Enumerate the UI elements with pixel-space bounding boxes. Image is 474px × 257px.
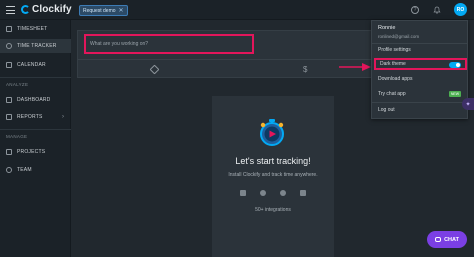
assistant-handle-icon[interactable]: ✦ xyxy=(462,98,474,110)
logo-text: Clockify xyxy=(32,4,72,15)
android-icon[interactable] xyxy=(240,190,246,196)
user-email: ronlined@gmail.com xyxy=(378,34,420,39)
sidebar-item-team[interactable]: TEAM xyxy=(0,163,71,177)
profile-settings-item[interactable]: Profile settings xyxy=(372,44,467,56)
help-icon[interactable]: ? xyxy=(411,6,419,14)
stopwatch-illustration-icon xyxy=(260,119,284,146)
dropdown-divider xyxy=(372,102,467,103)
chat-bubble-icon xyxy=(435,237,442,242)
sidebar-item-label: TIMESHEET xyxy=(17,26,48,32)
empty-state-text: Install Clockify and track time anywhere… xyxy=(228,172,318,178)
top-bar: Clockify Request demo ✕ ? RO xyxy=(0,0,474,20)
log-out-item[interactable]: Log out xyxy=(372,104,467,116)
sidebar: TIMESHEET TIME TRACKER CALENDAR ANALYZE … xyxy=(0,20,71,257)
request-demo-label: Request demo xyxy=(83,7,116,14)
timesheet-icon xyxy=(6,26,12,32)
platform-icons xyxy=(240,190,306,196)
clockify-logo[interactable]: Clockify xyxy=(21,4,72,15)
sidebar-section-analyze: ANALYZE xyxy=(6,82,29,87)
integrations-link[interactable]: 50+ integrations xyxy=(212,207,334,213)
bell-icon[interactable] xyxy=(433,6,441,14)
clock-icon xyxy=(6,43,12,49)
tag-icon[interactable] xyxy=(149,64,160,75)
empty-state-card: Let's start tracking! Install Clockify a… xyxy=(212,96,334,257)
reports-icon xyxy=(6,114,12,120)
sidebar-item-timesheet[interactable]: TIMESHEET xyxy=(0,22,71,36)
chat-label: CHAT xyxy=(444,236,459,243)
avatar[interactable]: RO xyxy=(454,3,467,16)
close-icon[interactable]: ✕ xyxy=(119,7,124,14)
request-demo-chip[interactable]: Request demo ✕ xyxy=(79,5,128,16)
sidebar-item-label: CALENDAR xyxy=(17,62,46,68)
description-input[interactable]: What are you working on? xyxy=(84,34,254,54)
dashboard-icon xyxy=(6,97,12,103)
download-apps-item[interactable]: Download apps xyxy=(372,73,467,85)
sidebar-item-label: REPORTS xyxy=(17,114,43,120)
dark-theme-toggle[interactable] xyxy=(449,62,461,68)
annotation-arrow-icon xyxy=(339,63,371,71)
sidebar-item-label: PROJECTS xyxy=(17,149,46,155)
empty-state-title: Let's start tracking! xyxy=(235,156,311,166)
sidebar-item-time-tracker[interactable]: TIME TRACKER xyxy=(0,39,71,53)
user-name: Ronnie xyxy=(378,25,396,31)
sidebar-item-label: TIME TRACKER xyxy=(17,43,57,49)
chevron-right-icon: › xyxy=(62,114,64,120)
try-chat-app-label: Try chat app xyxy=(378,91,406,97)
clockify-logo-mark xyxy=(21,5,30,14)
new-badge: NEW xyxy=(448,91,461,97)
menu-icon[interactable] xyxy=(6,6,15,14)
billable-dollar-icon[interactable]: $ xyxy=(303,65,307,74)
sidebar-divider xyxy=(0,129,71,130)
team-icon xyxy=(6,167,12,173)
folder-icon xyxy=(6,149,12,155)
calendar-icon xyxy=(6,62,12,68)
dark-theme-label: Dark theme xyxy=(380,61,406,67)
windows-icon[interactable] xyxy=(300,190,306,196)
try-chat-app-item[interactable]: Try chat app NEW xyxy=(372,88,467,100)
sidebar-item-reports[interactable]: REPORTS › xyxy=(0,110,71,124)
sidebar-item-calendar[interactable]: CALENDAR xyxy=(0,58,71,72)
sidebar-item-projects[interactable]: PROJECTS xyxy=(0,145,71,159)
chat-button[interactable]: CHAT xyxy=(427,231,467,248)
sidebar-item-label: DASHBOARD xyxy=(17,97,51,103)
profile-dropdown: Ronnie ronlined@gmail.com Profile settin… xyxy=(371,20,468,119)
sidebar-item-label: TEAM xyxy=(17,167,32,173)
sidebar-item-dashboard[interactable]: DASHBOARD xyxy=(0,93,71,107)
sidebar-divider xyxy=(0,77,71,78)
dark-theme-item[interactable]: Dark theme xyxy=(374,58,467,70)
entry-divider xyxy=(78,59,375,60)
apple-icon[interactable] xyxy=(260,190,266,196)
sidebar-section-manage: MANAGE xyxy=(6,134,28,139)
time-entry-bar: What are you working on? $ xyxy=(77,30,375,78)
browser-icon[interactable] xyxy=(280,190,286,196)
